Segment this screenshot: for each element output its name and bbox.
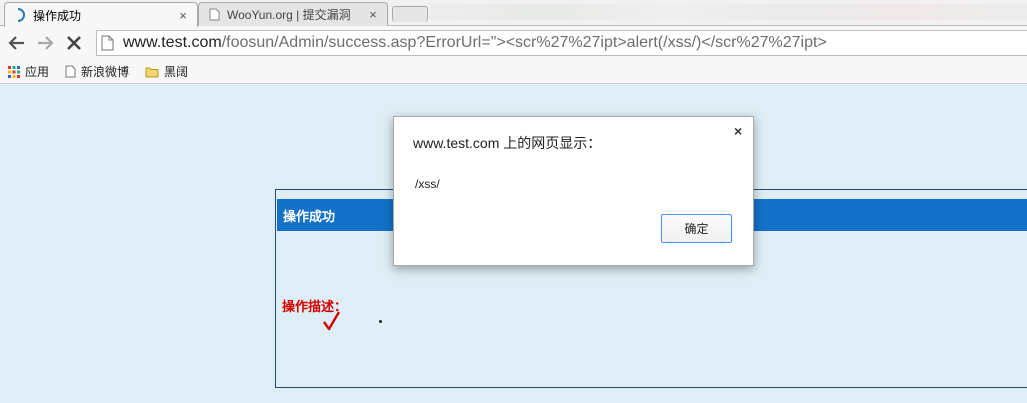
bookmark-label: 新浪微博 [81,65,130,79]
tab-title: WooYun.org | 提交漏洞 [227,8,351,22]
ok-button[interactable]: 确定 [661,214,732,243]
page-icon [207,8,221,22]
url-host: www.test.com [123,34,222,51]
page-icon [65,65,76,78]
tab-wooyun[interactable]: WooYun.org | 提交漏洞 × [198,2,388,26]
alert-dialog: www.test.com 上的网页显示： × /xss/ 确定 [393,116,754,266]
stop-button[interactable] [63,32,85,54]
page-icon [101,35,119,51]
dialog-title: www.test.com 上的网页显示： [413,135,602,151]
back-button[interactable] [6,32,28,54]
stop-x-icon [67,36,81,50]
bookmark-label: 黑阔 [164,65,189,79]
browser-toolbar: www.test.com/foosun/Admin/success.asp?Er… [0,26,1027,60]
blurred-region [430,4,1027,20]
apps-grid-icon [8,65,20,78]
bookmark-folder-heikuo[interactable]: 黑阔 [145,63,188,80]
tab-strip: 操作成功 × WooYun.org | 提交漏洞 × [0,0,1027,27]
tab-title: 操作成功 [33,8,82,23]
loading-spinner-icon [13,8,27,22]
tab-active[interactable]: 操作成功 × [4,2,198,27]
bookmark-sina-weibo[interactable]: 新浪微博 [65,63,129,80]
bookmark-label: 应用 [25,65,50,79]
arrow-right-icon [38,36,54,50]
new-tab-button[interactable] [392,6,428,22]
folder-icon [145,66,159,78]
bookmark-apps[interactable]: 应用 [8,63,49,80]
bullet-dot [379,320,382,323]
arrow-left-icon [8,36,24,50]
forward-button[interactable] [34,32,56,54]
checkmark-icon [322,310,342,337]
url-path: /foosun/Admin/success.asp?ErrorUrl="><sc… [221,34,827,51]
tab-close-icon[interactable]: × [365,7,381,22]
bookmarks-bar: 应用 新浪微博 黑阔 [0,60,1027,84]
address-bar[interactable]: www.test.com/foosun/Admin/success.asp?Er… [96,30,1027,56]
tab-close-icon[interactable]: × [175,8,191,23]
dialog-message: /xss/ [415,177,440,191]
dialog-close-icon[interactable]: × [734,123,742,139]
